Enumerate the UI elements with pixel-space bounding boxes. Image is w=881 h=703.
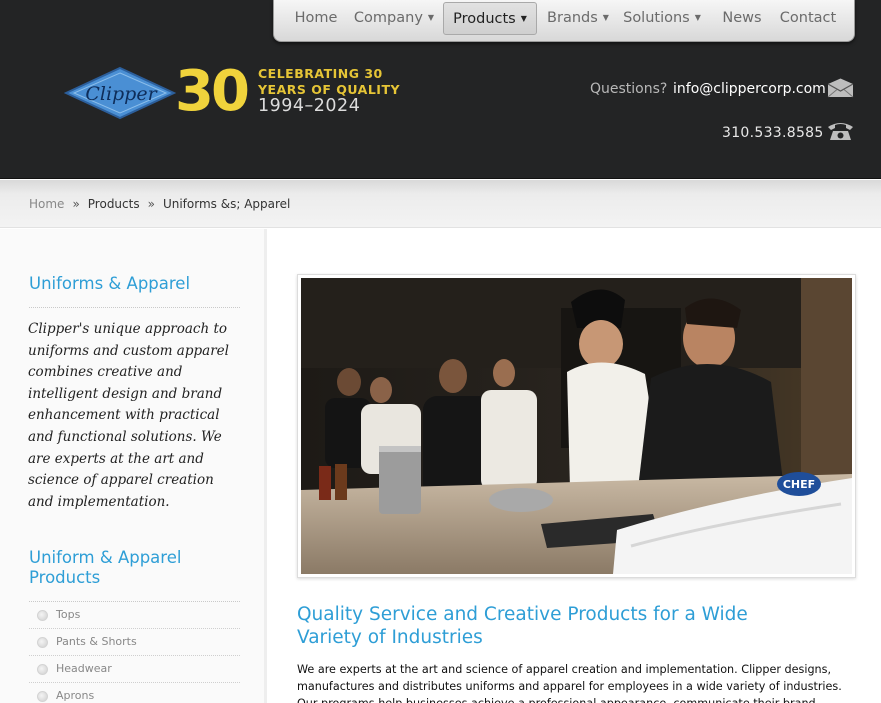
clipper-logo[interactable]: Clipper <box>64 66 176 120</box>
contact-phone-number[interactable]: 310.533.8585 <box>722 125 824 141</box>
nav-item-label: News <box>722 10 762 26</box>
nav-item-home[interactable]: Home <box>286 0 346 36</box>
nav-item-contact[interactable]: Contact <box>776 0 840 36</box>
breadcrumb-current: Uniforms &s; Apparel <box>162 197 291 211</box>
sidebar-products-heading: Uniform & Apparel Products <box>29 548 182 587</box>
hero-image-frame: CHEF <box>297 274 856 578</box>
main-body-text: We are experts at the art and science of… <box>297 663 842 703</box>
sidebar-description: Clipper's unique approach to uniforms an… <box>28 321 229 510</box>
divider <box>29 307 240 308</box>
nav-item-label: Contact <box>779 10 837 26</box>
hero-badge-text: CHEF <box>783 478 815 491</box>
nav-item-label: Home <box>294 10 338 26</box>
chevron-down-icon: ▼ <box>427 13 435 22</box>
hero-image-chefs: CHEF <box>301 278 852 574</box>
chevron-down-icon: ▼ <box>602 13 609 22</box>
breadcrumb-bar: Home » Products » Uniforms &s; Apparel <box>0 180 881 228</box>
main-content: CHEF Quality Service and Creative Produc… <box>270 229 881 703</box>
contact-email-link[interactable]: info@clippercorp.com <box>673 81 826 97</box>
sidebar-heading: Uniforms & Apparel <box>29 274 191 293</box>
sidebar-item-label: Pants & Shorts <box>56 635 137 648</box>
nav-item-label: Products <box>453 11 516 27</box>
sidebar-item-label: Aprons <box>56 689 95 702</box>
logo-years-text: 1994–2024 <box>258 96 361 116</box>
sidebar-item-pants-shorts[interactable]: Pants & Shorts <box>29 629 240 656</box>
logo-celebrating-text: CELEBRATING 30 YEARS OF QUALITY <box>258 66 401 97</box>
breadcrumb: Home » Products » Uniforms &s; Apparel <box>29 197 290 211</box>
sidebar-item-aprons[interactable]: Aprons <box>29 683 240 703</box>
chevron-down-icon: ▼ <box>694 13 701 22</box>
breadcrumb-home-link[interactable]: Home <box>29 197 64 211</box>
sidebar-item-tops[interactable]: Tops <box>29 602 240 629</box>
sidebar-item-headwear[interactable]: Headwear <box>29 656 240 683</box>
nav-item-company[interactable]: Company ▼ <box>352 0 436 36</box>
bullet-icon <box>37 637 48 648</box>
nav-item-label: Solutions <box>623 10 690 26</box>
sidebar: Uniforms & Apparel Clipper's unique appr… <box>0 229 267 703</box>
telephone-icon <box>828 123 853 140</box>
site-header: Home Company ▼ Products ▼ Brands ▼ Solution… <box>0 0 881 179</box>
nav-item-brands[interactable]: Brands ▼ <box>544 0 612 36</box>
logo-brand-text: Clipper <box>85 83 158 105</box>
nav-item-label: Brands <box>547 10 598 26</box>
breadcrumb-products-link[interactable]: Products <box>88 197 140 211</box>
sidebar-item-label: Tops <box>56 608 81 621</box>
breadcrumb-separator: » <box>72 197 80 211</box>
chevron-down-icon: ▼ <box>520 14 527 23</box>
bullet-icon <box>37 610 48 621</box>
main-nav: Home Company ▼ Products ▼ Brands ▼ Solution… <box>273 0 855 42</box>
nav-item-solutions[interactable]: Solutions ▼ <box>622 0 702 36</box>
sidebar-item-label: Headwear <box>56 662 112 675</box>
breadcrumb-separator: » <box>147 197 155 211</box>
nav-item-news[interactable]: News <box>714 0 770 36</box>
logo-anniversary-number: 30 <box>175 59 250 124</box>
bullet-icon <box>37 664 48 675</box>
nav-item-products[interactable]: Products ▼ <box>443 2 537 35</box>
main-heading: Quality Service and Creative Products fo… <box>297 604 748 648</box>
nav-item-label: Company <box>353 10 423 26</box>
bullet-icon <box>37 691 48 702</box>
questions-label: Questions? <box>590 81 668 97</box>
envelope-icon[interactable] <box>827 78 854 98</box>
